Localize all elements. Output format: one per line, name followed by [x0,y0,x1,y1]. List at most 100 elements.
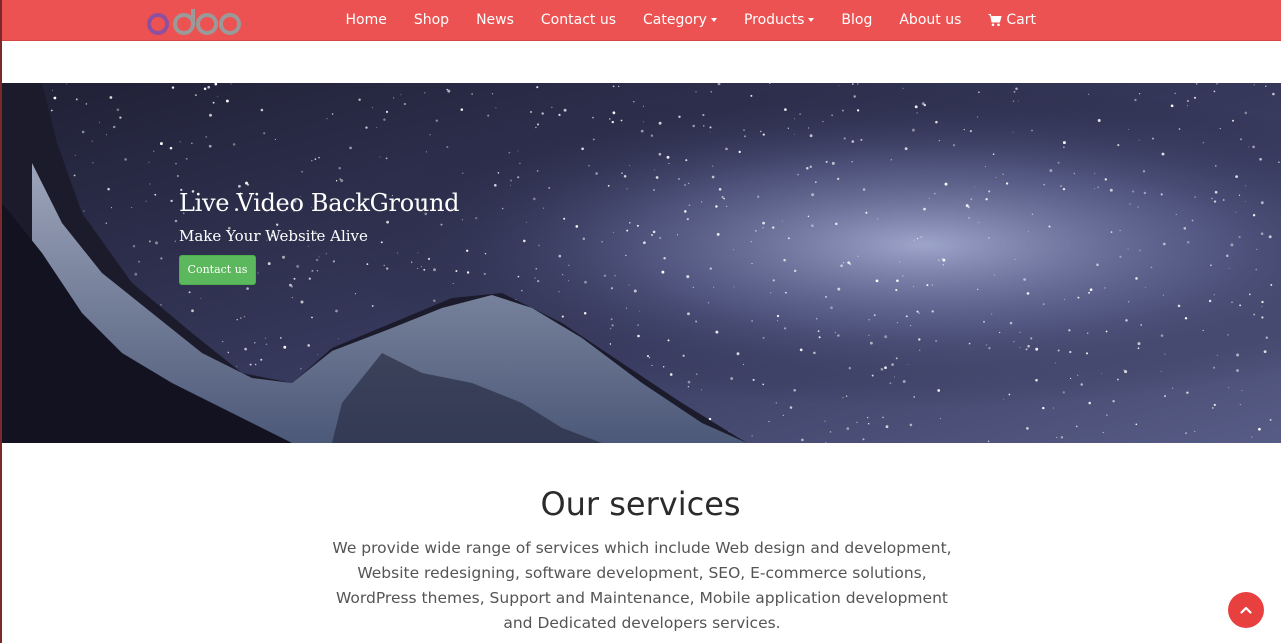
star [532,197,536,201]
star [785,291,787,294]
star [1048,225,1051,228]
star [762,133,765,136]
star [1069,350,1072,354]
star [851,83,854,86]
star [977,116,979,118]
nav-item-blog[interactable]: Blog [828,0,886,40]
nav-item-products[interactable]: Products [730,0,827,40]
star [460,108,464,111]
nav-item-news[interactable]: News [463,0,528,40]
star [713,286,715,288]
scroll-to-top-button[interactable] [1228,592,1264,628]
star [558,113,561,117]
hero-contact-button[interactable]: Contact us [179,255,256,285]
nav-item-label: Blog [841,12,873,28]
star [260,358,263,361]
star [452,283,454,284]
star [317,354,319,356]
star [417,267,419,269]
star [1235,175,1238,178]
star [869,341,873,345]
star [510,184,511,186]
star [715,330,719,334]
star [371,305,374,307]
star [112,125,116,129]
services-title: Our services [540,485,741,523]
star [857,83,859,85]
nav-item-home[interactable]: Home [332,0,400,40]
star [893,376,896,378]
star [797,173,799,176]
star [563,217,566,220]
star [843,137,846,140]
star [1129,203,1131,205]
star [732,249,734,251]
star [702,113,705,117]
star [1012,131,1014,133]
star [1255,268,1257,271]
star [648,356,651,359]
star [1261,316,1264,319]
star [642,105,645,107]
star [818,336,821,339]
star [91,140,93,142]
star [768,421,770,423]
star [300,368,302,370]
star [1238,194,1241,196]
star [862,438,865,441]
hero-video-background: Live Video BackGround Make Your Website … [2,83,1281,443]
nav-item-about-us[interactable]: About us [886,0,975,40]
star [750,94,753,97]
star [640,129,644,133]
star [902,380,906,383]
star [548,186,551,189]
star [896,321,899,324]
main-nav: Home Shop News Contact us Category Products Bl… [332,0,1049,40]
nav-item-shop[interactable]: Shop [400,0,462,40]
star [386,267,389,270]
star [307,344,311,347]
star [487,114,490,117]
star [1023,278,1026,281]
star [813,351,816,355]
star [913,286,915,288]
star [238,184,241,188]
star [611,324,614,327]
star [695,373,698,376]
star [701,201,703,203]
star [311,269,314,272]
star [612,111,616,115]
star [968,217,970,219]
star [643,241,646,245]
star [651,234,653,236]
star [896,279,899,282]
star [781,220,783,222]
nav-item-label: Shop [413,12,450,28]
star [842,396,844,399]
star [423,268,426,271]
star [762,336,765,339]
star [916,310,919,313]
star [561,315,564,318]
odoo-logo[interactable] [145,7,245,37]
star [935,120,938,124]
star [385,110,389,113]
star [1248,293,1251,296]
star [332,260,336,263]
nav-item-category[interactable]: Category [630,0,731,40]
star [686,275,690,279]
star [755,230,757,232]
star [1087,332,1089,334]
star [807,215,810,218]
star [952,144,956,147]
star [992,153,995,155]
nav-item-cart[interactable]: Cart [975,0,1050,40]
star [1202,142,1204,144]
star [978,222,980,223]
star [988,190,991,193]
star [1261,300,1264,304]
star [1068,329,1071,332]
star [471,93,473,95]
nav-item-contact-us[interactable]: Contact us [527,0,629,40]
star [794,118,795,120]
